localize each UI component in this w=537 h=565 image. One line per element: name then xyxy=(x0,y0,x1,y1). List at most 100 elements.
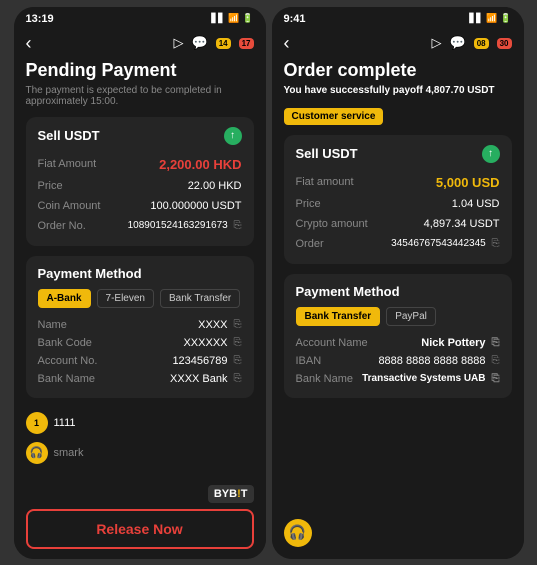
wifi-icon-1: 📶 xyxy=(228,13,239,24)
account-name-value: Nick Pottery ⎘ xyxy=(421,337,499,349)
tab-a-bank[interactable]: A-Bank xyxy=(38,289,91,308)
price-label-2: Price xyxy=(296,198,321,210)
bank-name-label-2: Bank Name xyxy=(296,373,353,385)
badge-1: 14 xyxy=(216,38,231,49)
smark-label: smark xyxy=(54,447,84,459)
copy-name-icon[interactable]: ⎘ xyxy=(234,319,242,330)
username-1: 1111 xyxy=(54,417,76,429)
price-value-1: 22.00 HKD xyxy=(188,180,242,192)
payoff-amount: 4,807.70 USDT xyxy=(426,85,495,96)
iban-value: 8888 8888 8888 8888 ⎘ xyxy=(378,355,499,367)
fiat-value-2: 5,000 USD xyxy=(436,175,500,190)
green-dot-1 xyxy=(224,127,242,145)
copy-order-icon-2[interactable]: ⎘ xyxy=(492,238,500,249)
user-avatar-1: 1 xyxy=(26,412,48,434)
fiat-label-2: Fiat amount xyxy=(296,176,354,188)
tabs-1: A-Bank 7-Eleven Bank Transfer xyxy=(38,289,242,308)
price-row-2: Price 1.04 USD xyxy=(296,194,500,214)
tab-bank-transfer-2[interactable]: Bank Transfer xyxy=(296,307,381,326)
pm-accountno-value: 123456789 ⎘ xyxy=(172,355,241,367)
page-title-1: Pending Payment xyxy=(26,60,254,81)
pm-name-value: XXXX ⎘ xyxy=(198,319,241,331)
account-name-label: Account Name xyxy=(296,337,368,349)
release-now-button[interactable]: Release Now xyxy=(26,509,254,549)
pm-bankcode-value: XXXXXX ⎘ xyxy=(183,337,241,349)
page-content-1: Pending Payment The payment is expected … xyxy=(14,60,266,479)
chat-icon-2[interactable]: 💬 xyxy=(450,35,466,51)
sell-header-2: Sell USDT xyxy=(296,145,500,163)
copy-accountno-icon[interactable]: ⎘ xyxy=(234,355,242,366)
wifi-icon-2: 📶 xyxy=(486,13,497,24)
green-dot-2 xyxy=(482,145,500,163)
sell-title-1: Sell USDT xyxy=(38,128,100,143)
pm-bankname-label: Bank Name xyxy=(38,373,95,385)
back-button-2[interactable]: ‹ xyxy=(284,33,290,54)
copy-iban-icon[interactable]: ⎘ xyxy=(492,355,500,366)
fiat-label: Fiat Amount xyxy=(38,158,97,170)
order-value-2: 34546767543442345 ⎘ xyxy=(391,238,499,249)
account-name-row: Account Name Nick Pottery ⎘ xyxy=(296,334,500,352)
tab-bank-transfer-1[interactable]: Bank Transfer xyxy=(160,289,240,308)
iban-row: IBAN 8888 8888 8888 8888 ⎘ xyxy=(296,352,500,370)
bank-name-value-2: Transactive Systems UAB ⎘ xyxy=(362,373,499,384)
play-icon-2[interactable]: ▷ xyxy=(432,35,442,51)
page-subtitle-1: The payment is expected to be completed … xyxy=(26,85,254,107)
crypto-value: 4,897.34 USDT xyxy=(424,218,500,230)
status-icons-1: ▋▋ 📶 🔋 xyxy=(211,13,253,24)
nav-bar-2: ‹ ▷ 💬 08 30 xyxy=(272,29,524,60)
tabs-2: Bank Transfer PayPal xyxy=(296,307,500,326)
phone-pending-payment: 13:19 ▋▋ 📶 🔋 ‹ ▷ 💬 14 17 Pending Payment… xyxy=(14,7,266,559)
copy-order-icon[interactable]: ⎘ xyxy=(234,220,242,231)
page-content-2: Order complete You have successfully pay… xyxy=(272,60,524,513)
order-no-value: 108901524163291673 ⎘ xyxy=(128,220,242,231)
headset-icon-1[interactable]: 🎧 xyxy=(26,442,48,464)
bottom-bar-2: 🎧 xyxy=(272,513,524,559)
badge-3: 08 xyxy=(474,38,489,49)
pm-bankname-value: XXXX Bank ⎘ xyxy=(170,373,241,385)
status-icons-2: ▋▋ 📶 🔋 xyxy=(469,13,511,24)
phone-order-complete: 9:41 ▋▋ 📶 🔋 ‹ ▷ 💬 08 30 Order complete Y… xyxy=(272,7,524,559)
pm-name-label: Name xyxy=(38,319,67,331)
back-button-1[interactable]: ‹ xyxy=(26,33,32,54)
order-label-2: Order xyxy=(296,238,324,250)
bybit-logo-1: BYB!T xyxy=(208,485,254,503)
tab-paypal[interactable]: PayPal xyxy=(386,307,436,326)
order-row-2: Order 34546767543442345 ⎘ xyxy=(296,234,500,254)
sell-header-1: Sell USDT xyxy=(38,127,242,145)
crypto-label: Crypto amount xyxy=(296,218,368,230)
badge-4: 30 xyxy=(497,38,512,49)
pm-bankcode-label: Bank Code xyxy=(38,337,92,349)
crypto-amount-row: Crypto amount 4,897.34 USDT xyxy=(296,214,500,234)
order-no-row: Order No. 108901524163291673 ⎘ xyxy=(38,216,242,236)
coin-label: Coin Amount xyxy=(38,200,101,212)
time-1: 13:19 xyxy=(26,13,54,25)
pm-bankname-row: Bank Name XXXX Bank ⎘ xyxy=(38,370,242,388)
payment-method-2: Payment Method Bank Transfer PayPal Acco… xyxy=(284,274,512,398)
customer-service-btn[interactable]: Customer service xyxy=(284,108,384,125)
price-label-1: Price xyxy=(38,180,63,192)
tab-7eleven[interactable]: 7-Eleven xyxy=(97,289,154,308)
sell-section-1: Sell USDT Fiat Amount 2,200.00 HKD Price… xyxy=(26,117,254,246)
play-icon-1[interactable]: ▷ xyxy=(174,35,184,51)
user-info-row: 1 1111 xyxy=(26,408,254,438)
price-row-1: Price 22.00 HKD xyxy=(38,176,242,196)
price-value-2: 1.04 USD xyxy=(452,198,500,210)
pm-accountno-label: Account No. xyxy=(38,355,98,367)
copy-bankcode-icon[interactable]: ⎘ xyxy=(234,337,242,348)
headset-row: 🎧 smark xyxy=(26,438,254,468)
fiat-amount-row-2: Fiat amount 5,000 USD xyxy=(296,171,500,194)
status-bar-2: 9:41 ▋▋ 📶 🔋 xyxy=(272,7,524,29)
coin-value: 100.000000 USDT xyxy=(150,200,241,212)
signal-icon-2: ▋▋ xyxy=(469,13,483,24)
page-subtitle-2: You have successfully payoff 4,807.70 US… xyxy=(284,85,512,96)
bottom-bar-1: BYB!T Release Now xyxy=(14,479,266,559)
copy-account-name-icon[interactable]: ⎘ xyxy=(492,337,500,348)
sell-title-2: Sell USDT xyxy=(296,146,358,161)
pm-title-1: Payment Method xyxy=(38,266,242,281)
copy-bankname-icon[interactable]: ⎘ xyxy=(234,373,242,384)
time-2: 9:41 xyxy=(284,13,306,25)
chat-icon-1[interactable]: 💬 xyxy=(192,35,208,51)
float-headset-2[interactable]: 🎧 xyxy=(284,519,312,547)
page-title-2: Order complete xyxy=(284,60,512,81)
copy-bank-name-icon-2[interactable]: ⎘ xyxy=(492,373,500,384)
